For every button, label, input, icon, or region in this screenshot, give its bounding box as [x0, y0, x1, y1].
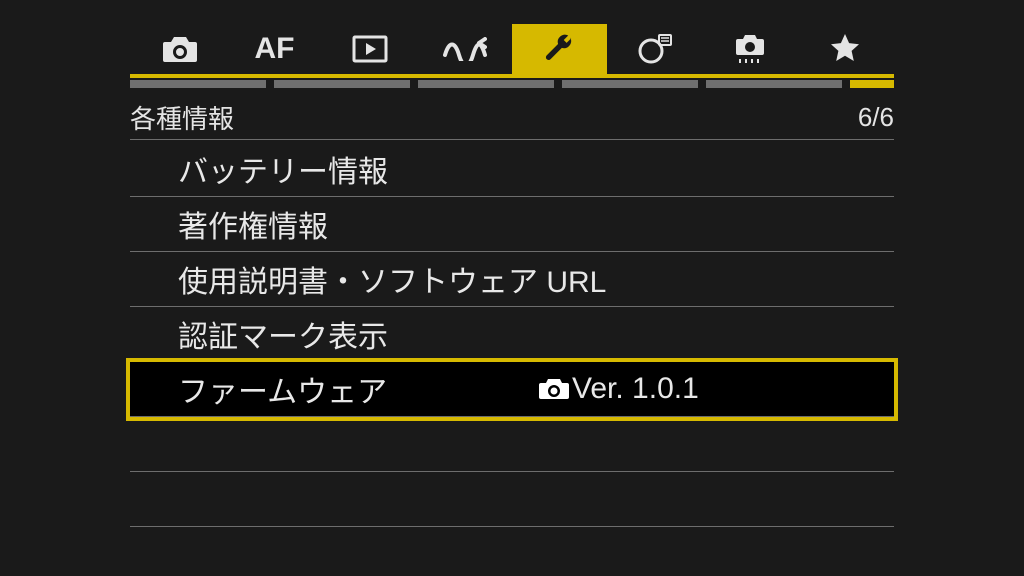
- level-icon: [637, 33, 673, 65]
- playback-icon: [352, 35, 388, 63]
- section-header: 各種情報 6/6: [130, 96, 894, 140]
- subpage-indicator: [130, 80, 894, 90]
- menu-item-cert-logo[interactable]: 認証マーク表示: [130, 307, 894, 362]
- section-title: 各種情報: [130, 99, 234, 136]
- subpage-seg: [130, 80, 266, 88]
- tab-wireless[interactable]: [417, 24, 512, 74]
- camera-icon: [538, 377, 570, 401]
- menu-item-firmware[interactable]: ファームウェア Ver. 1.0.1: [130, 362, 894, 417]
- wireless-icon: [443, 37, 487, 61]
- subpage-seg: [562, 80, 698, 88]
- subpage-seg: [418, 80, 554, 88]
- star-icon: [828, 32, 862, 66]
- tabbar-underline: [130, 74, 894, 78]
- firmware-version: Ver. 1.0.1: [572, 372, 699, 406]
- subpage-seg-active: [850, 80, 894, 88]
- subpage-seg: [274, 80, 410, 88]
- menu-item-label: ファームウェア: [178, 367, 387, 411]
- tab-display[interactable]: [607, 24, 702, 74]
- custom-icon: [732, 33, 768, 65]
- menu-item-empty: [130, 417, 894, 472]
- wrench-icon: [543, 32, 577, 66]
- page-indicator: 6/6: [858, 102, 894, 133]
- tab-setup[interactable]: [512, 24, 607, 74]
- tab-shooting[interactable]: [132, 24, 227, 74]
- menu-item-label: 認証マーク表示: [178, 312, 388, 356]
- menu-item-label: 著作権情報: [178, 202, 328, 246]
- tab-af[interactable]: AF: [227, 24, 322, 74]
- top-tab-bar: AF: [0, 24, 1024, 74]
- camera-icon: [161, 34, 199, 64]
- menu-item-label: 使用説明書・ソフトウェア URL: [178, 257, 606, 301]
- tab-mymenu[interactable]: [797, 24, 892, 74]
- menu-item-manual-url[interactable]: 使用説明書・ソフトウェア URL: [130, 252, 894, 307]
- menu-list: バッテリー情報 著作権情報 使用説明書・ソフトウェア URL 認証マーク表示 フ…: [130, 142, 894, 527]
- tab-custom[interactable]: [702, 24, 797, 74]
- menu-item-value: Ver. 1.0.1: [538, 372, 699, 406]
- menu-item-battery-info[interactable]: バッテリー情報: [130, 142, 894, 197]
- menu-item-empty: [130, 472, 894, 527]
- subpage-seg: [706, 80, 842, 88]
- menu-item-label: バッテリー情報: [178, 147, 388, 191]
- tab-playback[interactable]: [322, 24, 417, 74]
- menu-item-copyright-info[interactable]: 著作権情報: [130, 197, 894, 252]
- af-icon: AF: [255, 32, 295, 66]
